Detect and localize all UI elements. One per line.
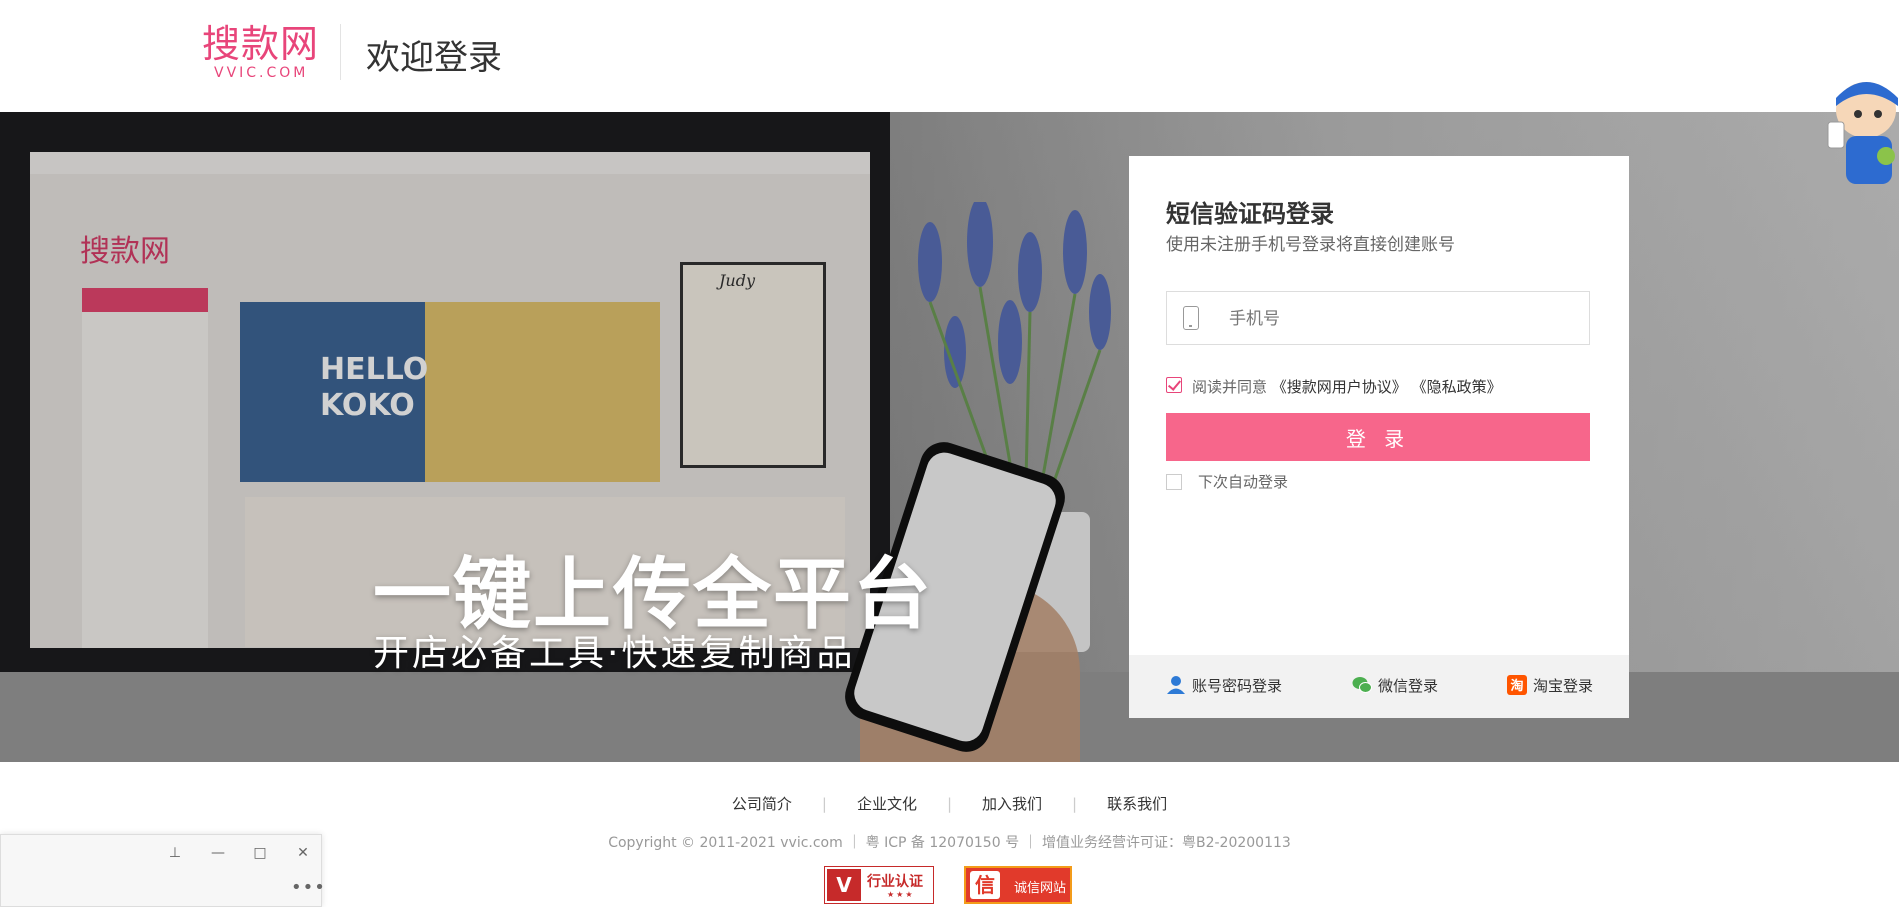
footer-link-about[interactable]: 公司简介: [702, 793, 822, 814]
industry-cert-label: 行业认证: [867, 874, 923, 890]
maximize-icon[interactable]: □: [250, 843, 270, 863]
banner-subheadline: 开店必备工具·快速复制商品: [373, 633, 856, 674]
wechat-login-link[interactable]: 微信登录: [1352, 675, 1438, 696]
password-login-link[interactable]: 账号密码登录: [1166, 675, 1282, 696]
industry-cert-badge[interactable]: V 行业认证 ★★★: [824, 866, 934, 904]
alt-login-bar: 账号密码登录 微信登录 淘 淘宝登录: [1129, 655, 1629, 718]
footer-links: 公司简介 | 企业文化 | 加入我们 | 联系我们: [0, 793, 1899, 814]
minimize-icon[interactable]: —: [208, 843, 228, 863]
phone-input[interactable]: [1227, 292, 1581, 346]
floating-mini-window: ⊥ — □ ✕ •••: [0, 834, 325, 907]
user-agreement-link[interactable]: 《搜款网用户协议》: [1272, 378, 1407, 396]
more-options-icon[interactable]: •••: [291, 877, 326, 898]
page-title: 欢迎登录: [366, 38, 502, 78]
auto-login-label: 下次自动登录: [1198, 473, 1289, 491]
login-subtitle: 使用未注册手机号登录将直接创建账号: [1166, 235, 1455, 255]
page-header: 搜款网 VVIC.COM 欢迎登录: [0, 0, 1899, 112]
close-icon[interactable]: ✕: [293, 843, 313, 863]
auto-login-checkbox[interactable]: [1166, 474, 1182, 490]
mascot-icon[interactable]: [1822, 70, 1899, 190]
logo-english: VVIC.COM: [214, 65, 309, 81]
agreement-checkbox[interactable]: [1166, 377, 1182, 393]
taobao-login-label: 淘宝登录: [1533, 677, 1594, 695]
logo-chinese: 搜款网: [202, 22, 320, 66]
phone-field[interactable]: [1166, 291, 1590, 346]
footer-link-culture[interactable]: 企业文化: [827, 793, 947, 814]
site-logo[interactable]: 搜款网 VVIC.COM: [202, 22, 322, 81]
mobile-phone-icon: [1183, 306, 1199, 330]
taobao-icon: 淘: [1507, 675, 1527, 695]
login-button[interactable]: 登 录: [1166, 413, 1590, 461]
footer-link-join[interactable]: 加入我们: [952, 793, 1072, 814]
user-icon: [1167, 676, 1185, 694]
industry-cert-stars: ★★★: [887, 890, 915, 899]
trusted-site-label: 诚信网站: [1014, 881, 1067, 896]
login-title: 短信验证码登录: [1166, 200, 1334, 228]
trusted-site-badge[interactable]: 信 诚信网站: [964, 866, 1072, 904]
industry-cert-logo: V: [827, 869, 861, 901]
trusted-site-logo: 信: [970, 871, 1000, 899]
login-panel: 短信验证码登录 使用未注册手机号登录将直接创建账号 阅读并同意 《搜款网用户协议…: [1129, 156, 1629, 718]
footer-link-contact[interactable]: 联系我们: [1077, 793, 1197, 814]
pin-icon[interactable]: ⊥: [165, 843, 185, 863]
wechat-login-label: 微信登录: [1378, 677, 1439, 695]
privacy-policy-link[interactable]: 《隐私政策》: [1412, 378, 1502, 396]
agreement-text: 阅读并同意 《搜款网用户协议》 《隐私政策》: [1192, 376, 1502, 397]
trust-badges: V 行业认证 ★★★ 信 诚信网站: [824, 866, 1084, 906]
wechat-icon: [1352, 677, 1372, 693]
svg-text:淘: 淘: [1510, 678, 1523, 694]
header-divider: [340, 24, 341, 80]
agreement-prefix: 阅读并同意: [1192, 378, 1268, 396]
password-login-label: 账号密码登录: [1192, 677, 1283, 695]
taobao-login-link[interactable]: 淘 淘宝登录: [1507, 675, 1593, 696]
